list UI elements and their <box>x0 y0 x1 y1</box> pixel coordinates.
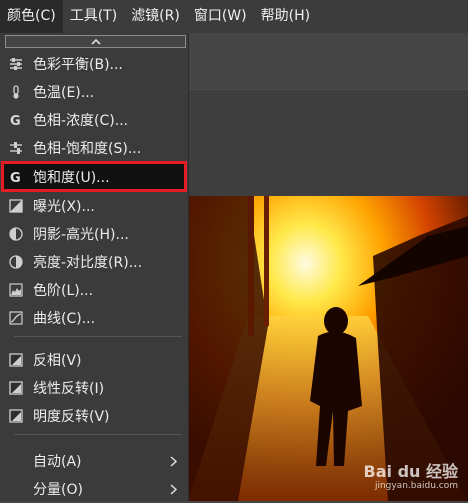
menu-item-label: 饱和度(U)... <box>33 169 110 186</box>
menu-item-value-invert[interactable]: 明度反转(V) <box>5 402 183 430</box>
gegl-icon: G <box>9 113 23 127</box>
menu-item-label: 色温(E)... <box>33 85 95 101</box>
color-temperature-icon <box>9 85 23 99</box>
menu-item-exposure[interactable]: 曝光(X)... <box>5 192 183 220</box>
menu-filters[interactable]: 滤镜(R) <box>124 0 187 33</box>
hue-saturation-icon <box>9 141 23 155</box>
watermark-url: jingyan.baidu.com <box>374 481 458 491</box>
watermark: Bai du 经验 jingyan.baidu.com <box>364 464 458 493</box>
menu-item-components[interactable]: 分量(O) <box>5 475 183 503</box>
svg-text:G: G <box>10 171 21 184</box>
scroll-up-button[interactable] <box>5 35 186 48</box>
menu-item-hue-saturation[interactable]: 色相-饱和度(S)... <box>5 134 183 162</box>
menu-help[interactable]: 帮助(H) <box>254 0 317 33</box>
menu-separator <box>14 336 182 337</box>
menubar: 颜色(C) 工具(T) 滤镜(R) 窗口(W) 帮助(H) <box>0 0 468 33</box>
menu-item-saturation[interactable]: G 饱和度(U)... <box>1 161 187 192</box>
chevron-right-icon <box>167 455 179 467</box>
value-invert-icon <box>9 409 23 423</box>
menu-item-label: 分量(O) <box>33 482 83 498</box>
menu-item-label: 反相(V) <box>33 353 82 369</box>
invert-icon <box>9 353 23 367</box>
chevron-right-icon <box>167 483 179 495</box>
curves-icon <box>9 311 23 325</box>
menu-item-color-temperature[interactable]: 色温(E)... <box>5 78 183 106</box>
image-canvas[interactable]: Bai du 经验 jingyan.baidu.com <box>188 196 468 501</box>
colors-dropdown-menu: 色彩平衡(B)... 色温(E)... G 色相-浓度(C)... 色相-饱和度… <box>0 33 189 501</box>
menu-windows[interactable]: 窗口(W) <box>187 0 254 33</box>
menu-item-shadows-highlights[interactable]: 阴影-高光(H)... <box>5 220 183 248</box>
menu-item-levels[interactable]: 色阶(L)... <box>5 276 183 304</box>
menu-item-hue-chroma[interactable]: G 色相-浓度(C)... <box>5 106 183 134</box>
toolbar-area <box>188 89 468 197</box>
menu-item-label: 线性反转(I) <box>33 381 105 397</box>
menu-item-label: 色阶(L)... <box>33 283 94 299</box>
menu-item-curves[interactable]: 曲线(C)... <box>5 304 183 332</box>
color-balance-icon <box>9 57 23 71</box>
menu-item-invert[interactable]: 反相(V) <box>5 346 183 374</box>
menu-separator <box>14 434 182 435</box>
levels-icon <box>9 283 23 297</box>
svg-text:G: G <box>10 114 21 127</box>
menu-item-label: 明度反转(V) <box>33 409 110 425</box>
shadows-highlights-icon <box>9 227 23 241</box>
menu-tools[interactable]: 工具(T) <box>63 0 124 33</box>
chevron-up-icon <box>90 38 101 45</box>
canvas-image <box>188 196 468 501</box>
menu-item-color-balance[interactable]: 色彩平衡(B)... <box>5 50 183 78</box>
menu-item-label: 自动(A) <box>33 454 82 470</box>
linear-invert-icon <box>9 381 23 395</box>
exposure-icon <box>9 199 23 213</box>
menu-item-label: 色相-浓度(C)... <box>33 113 129 129</box>
menu-item-linear-invert[interactable]: 线性反转(I) <box>5 374 183 402</box>
menu-colors[interactable]: 颜色(C) <box>0 0 63 33</box>
menu-item-label: 曲线(C)... <box>33 311 96 327</box>
menu-item-brightness-contrast[interactable]: 亮度-对比度(R)... <box>5 248 183 276</box>
menu-item-label: 色彩平衡(B)... <box>33 57 123 73</box>
menu-item-label: 阴影-高光(H)... <box>33 227 129 243</box>
brightness-contrast-icon <box>9 255 23 269</box>
gegl-icon: G <box>9 170 23 184</box>
menu-item-label: 亮度-对比度(R)... <box>33 255 143 271</box>
menu-item-label: 色相-饱和度(S)... <box>33 141 142 157</box>
menu-item-label: 曝光(X)... <box>33 199 95 215</box>
menu-item-auto[interactable]: 自动(A) <box>5 447 183 475</box>
